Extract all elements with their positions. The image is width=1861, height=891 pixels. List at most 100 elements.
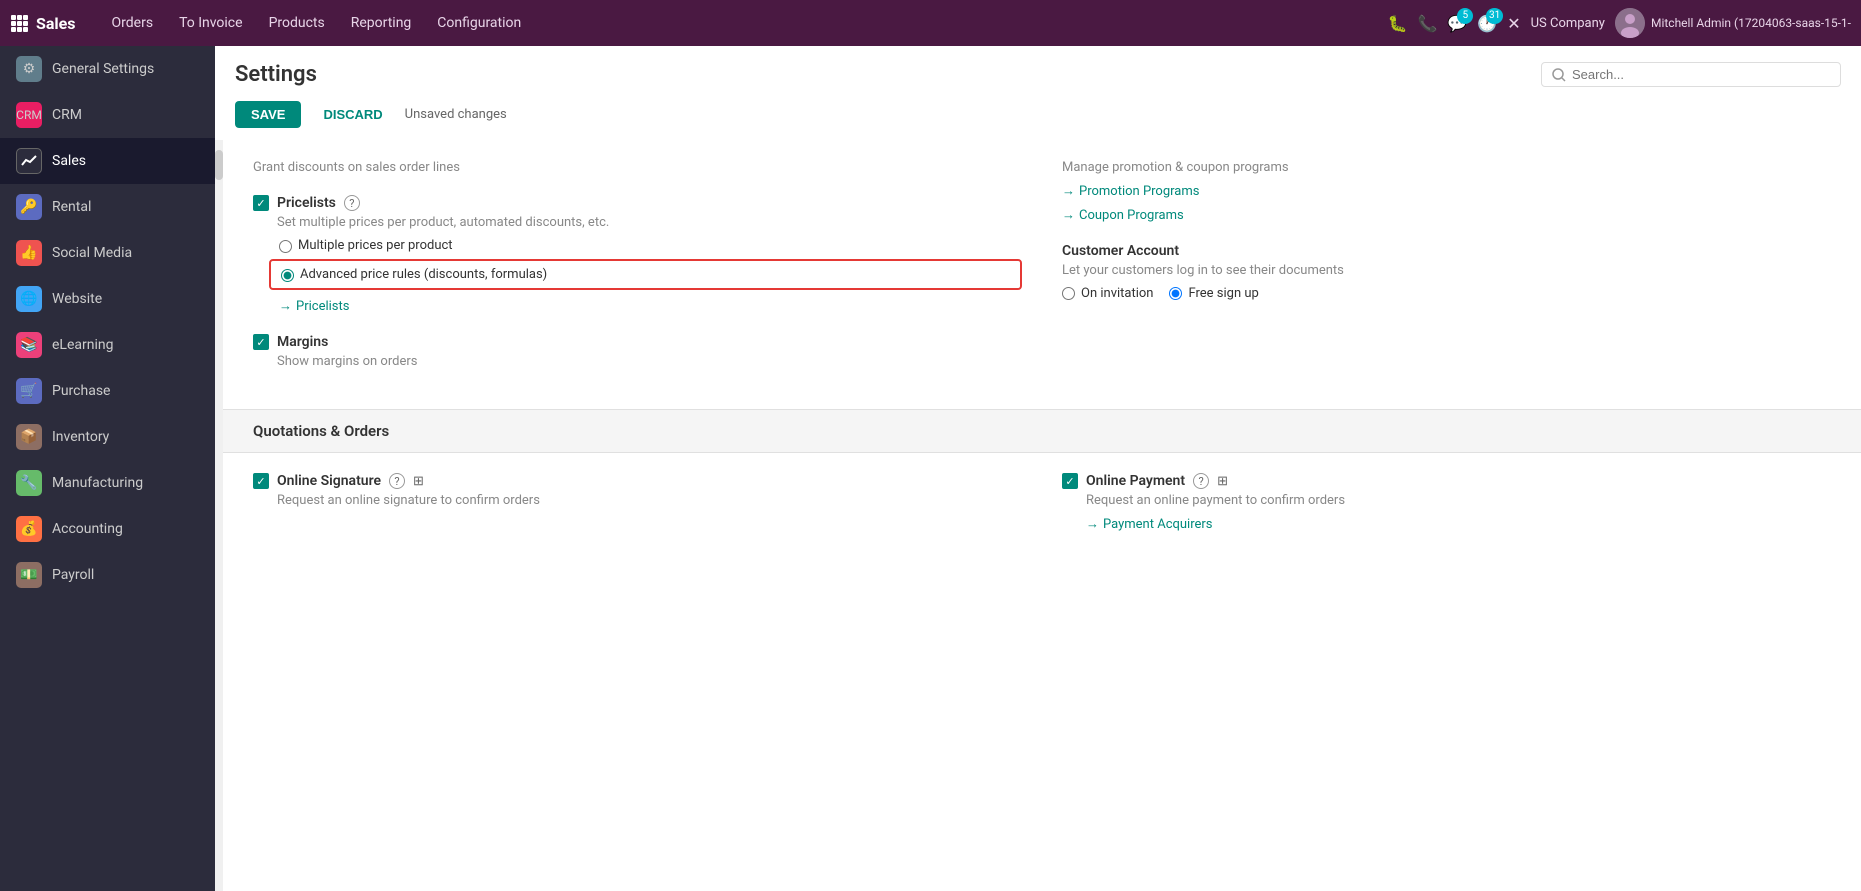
customer-account-header: Customer Account <box>1062 243 1831 259</box>
free-signup-option[interactable]: Free sign up <box>1169 286 1258 301</box>
sidebar-item-website[interactable]: 🌐 Website <box>0 276 215 322</box>
sidebar-item-rental[interactable]: 🔑 Rental <box>0 184 215 230</box>
on-invitation-label: On invitation <box>1081 286 1153 301</box>
settings-main: Grant discounts on sales order lines ✓ P… <box>223 140 1861 891</box>
online-payment-title: Online Payment <box>1086 473 1185 489</box>
margins-title: Margins <box>277 334 328 350</box>
pricelists-title-group: Pricelists ? Set multiple prices per pro… <box>277 195 609 230</box>
online-payment-wrap: ✓ Online Payment ? ⊞ Request an online p… <box>1062 473 1831 532</box>
scroll-rail[interactable] <box>215 140 223 891</box>
close-icon[interactable]: ✕ <box>1507 14 1520 33</box>
phone-icon[interactable]: 📞 <box>1417 14 1437 33</box>
free-signup-radio[interactable] <box>1169 287 1182 300</box>
app-brand: Sales <box>36 14 76 33</box>
chat-icon[interactable]: 💬 5 <box>1447 14 1467 33</box>
online-payment-header: Online Payment ? ⊞ <box>1086 473 1345 489</box>
main-layout: ⚙ General Settings CRM CRM Sales 🔑 Renta… <box>0 46 1861 891</box>
pricelists-link[interactable]: → Pricelists <box>279 298 1022 314</box>
quotations-section-title: Quotations & Orders <box>253 422 389 440</box>
save-button[interactable]: SAVE <box>235 101 301 128</box>
pricelists-header: Pricelists ? <box>277 195 609 211</box>
nav-reporting[interactable]: Reporting <box>339 9 424 37</box>
sidebar-item-manufacturing[interactable]: 🔧 Manufacturing <box>0 460 215 506</box>
chat-badge: 5 <box>1457 8 1473 24</box>
navbar: Sales Orders To Invoice Products Reporti… <box>0 0 1861 46</box>
grant-discounts-desc: Grant discounts on sales order lines <box>253 160 1022 175</box>
free-signup-label: Free sign up <box>1188 286 1258 301</box>
margins-wrap: ✓ Margins Show margins on orders <box>253 334 1022 369</box>
pricelists-help-icon[interactable]: ? <box>344 195 360 211</box>
search-box[interactable] <box>1541 62 1841 87</box>
sidebar-label-purchase: Purchase <box>52 383 110 399</box>
margins-desc: Show margins on orders <box>277 354 417 369</box>
pricelists-link-label: Pricelists <box>296 299 349 314</box>
clock-badge: 31 <box>1486 8 1503 24</box>
advanced-price-label: Advanced price rules (discounts, formula… <box>300 267 547 282</box>
advanced-price-radio[interactable] <box>281 269 294 282</box>
sidebar-item-social-media[interactable]: 👍 Social Media <box>0 230 215 276</box>
crm-icon: CRM <box>16 102 42 128</box>
sidebar: ⚙ General Settings CRM CRM Sales 🔑 Renta… <box>0 46 215 891</box>
pricelists-item: ✓ Pricelists ? Set multiple prices per p… <box>253 195 1022 314</box>
sidebar-label-accounting: Accounting <box>52 521 123 537</box>
nav-orders[interactable]: Orders <box>100 9 166 37</box>
sidebar-label-rental: Rental <box>52 199 91 215</box>
sidebar-item-general-settings[interactable]: ⚙ General Settings <box>0 46 215 92</box>
sidebar-item-sales[interactable]: Sales <box>0 138 215 184</box>
promotion-programs-link[interactable]: → Promotion Programs <box>1062 183 1831 199</box>
margins-title-group: Margins Show margins on orders <box>277 334 417 369</box>
sidebar-label-social-media: Social Media <box>52 245 132 261</box>
sidebar-item-crm[interactable]: CRM CRM <box>0 92 215 138</box>
nav-to-invoice[interactable]: To Invoice <box>167 9 255 37</box>
margins-checkbox[interactable]: ✓ <box>253 334 269 350</box>
pricelists-checkbox[interactable]: ✓ <box>253 195 269 211</box>
coupon-programs-link[interactable]: → Coupon Programs <box>1062 207 1831 223</box>
sidebar-item-inventory[interactable]: 📦 Inventory <box>0 414 215 460</box>
scroll-thumb[interactable] <box>215 150 223 180</box>
on-invitation-radio[interactable] <box>1062 287 1075 300</box>
multiple-prices-radio[interactable] <box>279 240 292 253</box>
online-signature-item: ✓ Online Signature ? ⊞ Request an online… <box>253 473 1022 508</box>
discounts-left-col: Grant discounts on sales order lines ✓ P… <box>253 160 1022 389</box>
nav-products[interactable]: Products <box>257 9 337 37</box>
nav-configuration[interactable]: Configuration <box>425 9 533 37</box>
online-signature-col: ✓ Online Signature ? ⊞ Request an online… <box>253 473 1022 552</box>
sidebar-label-general-settings: General Settings <box>52 61 154 77</box>
quotations-section-row: ✓ Online Signature ? ⊞ Request an online… <box>223 453 1861 572</box>
sidebar-item-payroll[interactable]: 💵 Payroll <box>0 552 215 598</box>
promo-right-col: Manage promotion & coupon programs → Pro… <box>1062 160 1831 389</box>
sidebar-label-sales: Sales <box>52 153 86 169</box>
clock-icon[interactable]: 🕐 31 <box>1477 14 1497 33</box>
search-input[interactable] <box>1572 67 1830 82</box>
multiple-prices-option[interactable]: Multiple prices per product <box>279 238 1022 253</box>
social-icon: 👍 <box>16 240 42 266</box>
online-payment-col: ✓ Online Payment ? ⊞ Request an online p… <box>1062 473 1831 552</box>
customer-account-radio-group: On invitation Free sign up <box>1062 286 1831 301</box>
sidebar-item-purchase[interactable]: 🛒 Purchase <box>0 368 215 414</box>
on-invitation-option[interactable]: On invitation <box>1062 286 1153 301</box>
discard-button[interactable]: DISCARD <box>311 101 394 128</box>
sidebar-item-elearning[interactable]: 📚 eLearning <box>0 322 215 368</box>
sidebar-item-accounting[interactable]: 💰 Accounting <box>0 506 215 552</box>
grid-menu-icon[interactable] <box>10 14 28 32</box>
inventory-icon: 📦 <box>16 424 42 450</box>
bug-icon[interactable]: 🐛 <box>1388 14 1408 33</box>
company-name: US Company <box>1531 16 1605 31</box>
online-payment-checkbox[interactable]: ✓ <box>1062 473 1078 489</box>
payment-acquirers-link[interactable]: → Payment Acquirers <box>1086 516 1345 532</box>
settings-icon: ⚙ <box>16 56 42 82</box>
sidebar-label-inventory: Inventory <box>52 429 109 445</box>
advanced-price-highlight: Advanced price rules (discounts, formula… <box>269 259 1022 290</box>
online-signature-checkbox[interactable]: ✓ <box>253 473 269 489</box>
online-payment-help-icon[interactable]: ? <box>1193 473 1209 489</box>
navbar-right: 🐛 📞 💬 5 🕐 31 ✕ US Company Mitchell Admin… <box>1388 8 1851 38</box>
sidebar-label-crm: CRM <box>52 107 82 123</box>
user-name: Mitchell Admin (17204063-saas-15-1- <box>1651 16 1851 30</box>
online-signature-header: Online Signature ? ⊞ <box>277 473 540 489</box>
online-signature-help-icon[interactable]: ? <box>389 473 405 489</box>
advanced-price-option[interactable]: Advanced price rules (discounts, formula… <box>281 267 1010 282</box>
margins-item: ✓ Margins Show margins on orders <box>253 334 1022 369</box>
manufacturing-icon: 🔧 <box>16 470 42 496</box>
online-signature-title-group: Online Signature ? ⊞ Request an online s… <box>277 473 540 508</box>
user-menu[interactable]: Mitchell Admin (17204063-saas-15-1- <box>1615 8 1851 38</box>
